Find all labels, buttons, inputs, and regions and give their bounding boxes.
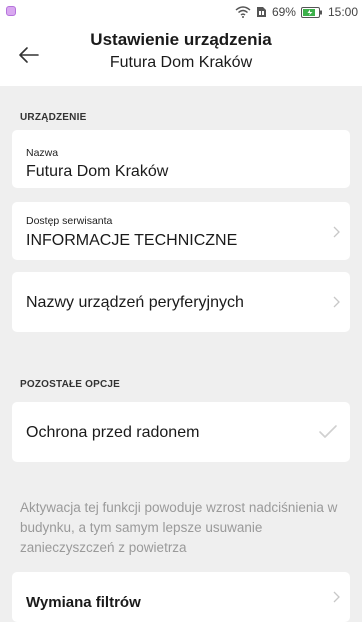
checkmark-icon[interactable]	[318, 424, 338, 440]
service-access-label: Dostęp serwisanta	[26, 215, 113, 227]
device-name-label: Nazwa	[26, 147, 59, 159]
device-name-value: Futura Dom Kraków	[26, 163, 169, 180]
battery-charging-icon	[300, 6, 323, 18]
section-label-device: URZĄDZENIE	[20, 112, 87, 123]
peripheral-names-card[interactable]: Nazwy urządzeń peryferyjnych	[12, 272, 350, 332]
wifi-icon	[235, 6, 251, 18]
page-subtitle: Futura Dom Kraków	[109, 54, 253, 71]
battery-percent: 69%	[271, 5, 296, 19]
radon-protection-label: Ochrona przed radonem	[26, 424, 200, 441]
chevron-right-icon	[333, 591, 340, 603]
sim-card-icon	[256, 6, 267, 18]
app-notification-icon	[6, 6, 16, 16]
device-name-card[interactable]: Nazwa Futura Dom Kraków	[12, 130, 350, 188]
peripheral-names-label: Nazwy urządzeń peryferyjnych	[26, 294, 244, 311]
service-access-value: INFORMACJE TECHNICZNE	[26, 232, 238, 249]
page-title: Ustawienie urządzenia	[90, 30, 272, 49]
status-bar-right: 69% 15:00	[235, 5, 358, 19]
filter-replacement-label: Wymiana filtrów	[26, 594, 141, 611]
chevron-right-icon	[333, 226, 340, 238]
section-label-other-options: POZOSTAŁE OPCJE	[20, 379, 121, 390]
chevron-right-icon	[333, 296, 340, 308]
radon-protection-card[interactable]: Ochrona przed radonem	[12, 402, 350, 462]
filter-replacement-card[interactable]: Wymiana filtrów	[12, 572, 350, 622]
status-bar: 69% 15:00	[0, 0, 362, 24]
app-header: Ustawienie urządzenia Futura Dom Kraków	[0, 24, 362, 86]
service-access-card[interactable]: Dostęp serwisanta INFORMACJE TECHNICZNE	[12, 202, 350, 260]
radon-protection-description: Aktywacja tej funkcji powoduje wzrost na…	[20, 500, 338, 555]
clock: 15:00	[327, 5, 358, 19]
